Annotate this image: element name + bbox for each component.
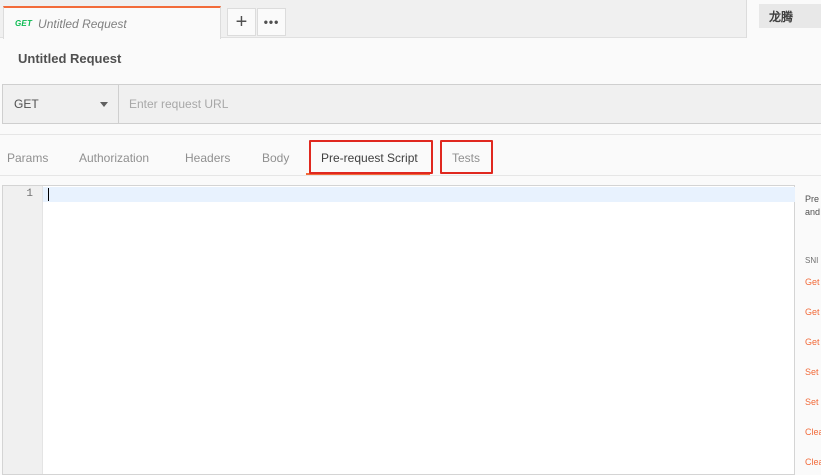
- highlight-box-pre-request-script: [309, 140, 433, 174]
- snippet-link[interactable]: Clea: [805, 427, 821, 437]
- chevron-down-icon: [100, 101, 108, 107]
- snippets-panel: Pre and SNI Get Get Get Set Set Clea Cle…: [805, 190, 821, 471]
- request-title[interactable]: Untitled Request: [18, 51, 121, 66]
- text-cursor: [48, 188, 49, 201]
- highlight-box-tests: [440, 140, 493, 174]
- environment-label: 龙腾: [769, 10, 794, 24]
- new-tab-button[interactable]: +: [227, 8, 256, 36]
- tab-params[interactable]: Params: [7, 151, 48, 165]
- snippets-heading: SNI: [805, 256, 819, 265]
- snippet-link[interactable]: Set: [805, 367, 819, 377]
- snippet-link[interactable]: Get: [805, 307, 820, 317]
- tab-authorization[interactable]: Authorization: [79, 151, 149, 165]
- more-dots-icon: •••: [263, 15, 280, 29]
- snippets-description-line: and: [805, 207, 821, 217]
- snippet-link[interactable]: Clea: [805, 457, 821, 467]
- active-line-highlight: [43, 187, 795, 202]
- script-editor[interactable]: 1: [2, 185, 795, 475]
- request-tab[interactable]: GET Untitled Request: [3, 6, 221, 39]
- plus-icon: +: [235, 11, 248, 33]
- method-select[interactable]: GET: [3, 85, 119, 123]
- tab-bar: GET Untitled Request + ••• 龙腾: [0, 0, 821, 39]
- snippet-link[interactable]: Get: [805, 277, 820, 287]
- snippet-link[interactable]: Get: [805, 337, 820, 347]
- tab-options-button[interactable]: •••: [257, 8, 286, 36]
- tab-body[interactable]: Body: [262, 151, 289, 165]
- request-tab-method: GET: [15, 19, 33, 28]
- url-input[interactable]: [119, 85, 821, 123]
- snippets-description-line: Pre: [805, 194, 820, 204]
- tab-headers[interactable]: Headers: [185, 151, 230, 165]
- line-number-gutter: 1: [3, 186, 43, 474]
- environment-selector[interactable]: 龙腾: [746, 0, 821, 38]
- url-bar: GET: [2, 84, 821, 124]
- request-tab-title: Untitled Request: [38, 16, 127, 31]
- line-number: 1: [26, 188, 33, 200]
- snippet-link[interactable]: Set: [805, 397, 819, 407]
- method-select-value: GET: [14, 97, 39, 111]
